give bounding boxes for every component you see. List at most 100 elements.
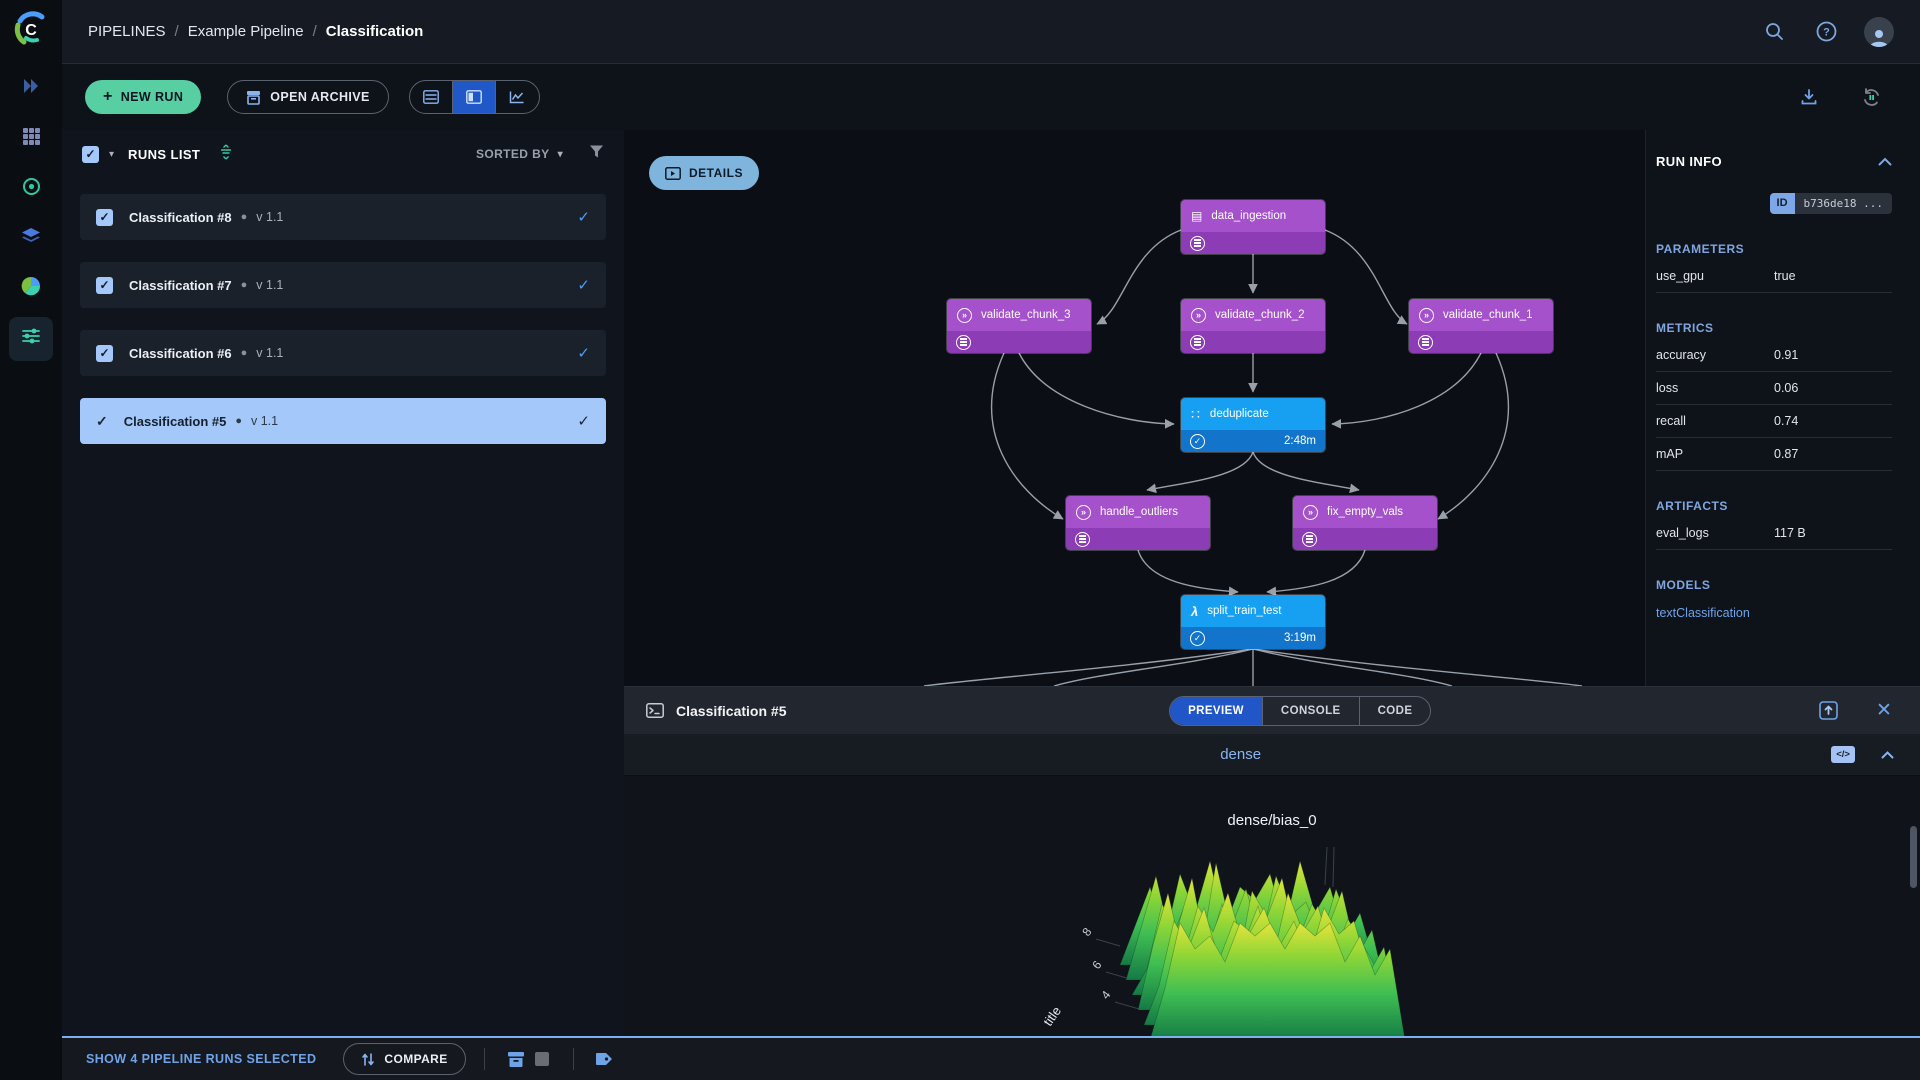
chevrons-circle-icon: »	[1303, 505, 1318, 520]
chevrons-circle-icon: »	[1419, 308, 1434, 323]
breadcrumb-pipelines[interactable]: PIPELINES	[88, 23, 166, 40]
surface-plot[interactable]: 864title	[992, 837, 1552, 1036]
breadcrumb-project[interactable]: Example Pipeline	[188, 23, 304, 40]
sorted-by-dropdown[interactable]: SORTED BY▾	[476, 147, 563, 161]
new-run-button[interactable]: + NEW RUN	[85, 80, 201, 114]
user-avatar[interactable]	[1864, 17, 1894, 47]
collapse-group-chevron-icon[interactable]	[1881, 746, 1894, 764]
run-checkbox[interactable]: ✓	[96, 209, 113, 226]
info-value: 117 B	[1774, 526, 1806, 540]
tab-code[interactable]: CODE	[1360, 697, 1431, 725]
completed-check-icon: ✓	[1190, 434, 1205, 449]
collapse-chevron-icon[interactable]	[1878, 154, 1892, 169]
terminal-icon	[646, 703, 664, 718]
breadcrumb-page: Classification	[326, 23, 424, 40]
breadcrumb-separator: /	[175, 23, 179, 40]
chart-view-button[interactable]	[496, 81, 539, 113]
lambda-icon: λ	[1191, 604, 1198, 619]
info-key: recall	[1656, 414, 1774, 428]
compare-icon	[361, 1052, 375, 1067]
dag-node-validate_chunk_2[interactable]: »validate_chunk_2	[1181, 299, 1325, 353]
run-checkbox[interactable]: ✓	[96, 277, 113, 294]
close-panel-icon[interactable]: ✕	[1870, 697, 1898, 725]
dots-grid-icon: ∷	[1191, 406, 1201, 423]
sidebar-item-pipelines[interactable]	[9, 317, 53, 361]
breadcrumb-separator: /	[313, 23, 317, 40]
sidebar-item-reports[interactable]	[9, 167, 53, 211]
run-list-item[interactable]: ✓Classification #7●v 1.1✓	[80, 262, 606, 308]
help-icon[interactable]: ?	[1812, 18, 1840, 46]
details-button[interactable]: DETAILS	[649, 156, 759, 190]
sort-icon[interactable]	[218, 144, 234, 165]
run-list-item[interactable]: ✓Classification #5●v 1.1✓	[80, 398, 606, 444]
dot-separator: ●	[235, 415, 242, 427]
info-row: eval_logs117 B	[1656, 517, 1892, 550]
cached-status-icon	[956, 335, 971, 350]
info-key: loss	[1656, 381, 1774, 395]
dag-node-data_ingestion[interactable]: ▤data_ingestion	[1181, 200, 1325, 254]
select-all-checkbox[interactable]: ✓	[82, 146, 99, 163]
dag-node-fix_empty_vals[interactable]: »fix_empty_vals	[1293, 496, 1437, 550]
dot-separator: ●	[241, 211, 248, 223]
filter-icon[interactable]	[589, 144, 604, 164]
dot-separator: ●	[241, 347, 248, 359]
sidebar-item-orchestration[interactable]	[9, 217, 53, 261]
run-id-chip[interactable]: ID b736de18 ...	[1770, 193, 1892, 214]
dag-node-validate_chunk_1[interactable]: » validate_chunk_1	[1409, 299, 1553, 353]
tab-console[interactable]: CONSOLE	[1263, 697, 1360, 725]
run-checkbox[interactable]: ✓	[96, 345, 113, 362]
run-version: v 1.1	[256, 346, 283, 360]
auto-refresh-icon[interactable]	[1857, 83, 1885, 111]
search-icon[interactable]	[1760, 18, 1788, 46]
info-key: mAP	[1656, 447, 1774, 461]
download-icon[interactable]	[1795, 83, 1823, 111]
table-view-button[interactable]	[410, 81, 453, 113]
dag-node-validate_chunk_3[interactable]: »validate_chunk_3	[947, 299, 1091, 353]
metric-group-title: dense	[1220, 746, 1261, 763]
double-chevron-icon	[21, 77, 41, 101]
id-label: ID	[1770, 193, 1795, 214]
select-menu-caret-icon[interactable]: ▾	[109, 149, 114, 160]
sidebar-item-applications[interactable]	[9, 267, 53, 311]
cached-status-icon	[1302, 532, 1317, 547]
run-list-item[interactable]: ✓Classification #8●v 1.1✓	[80, 194, 606, 240]
dag-node-deduplicate[interactable]: ∷deduplicate✓2:48m	[1181, 398, 1325, 452]
tab-preview[interactable]: PREVIEW	[1170, 697, 1263, 725]
models-title: MODELS	[1656, 578, 1892, 592]
sidebar-item-datasets[interactable]	[9, 117, 53, 161]
info-value: 0.74	[1774, 414, 1798, 428]
node-duration: 3:19m	[1284, 632, 1316, 644]
plus-icon: +	[103, 88, 113, 106]
metric-group-header[interactable]: dense </>	[624, 734, 1920, 776]
split-view-button[interactable]	[453, 81, 496, 113]
completed-check-icon: ✓	[1190, 631, 1205, 646]
expand-panel-icon[interactable]	[1814, 697, 1842, 725]
clearml-logo-icon[interactable]: C	[11, 9, 51, 49]
chevrons-circle-icon: »	[1076, 505, 1091, 520]
archive-selected-icon[interactable]	[503, 1046, 529, 1072]
node-label: validate_chunk_1	[1443, 309, 1533, 321]
breadcrumb: PIPELINES / Example Pipeline / Classific…	[88, 23, 423, 40]
dag-node-handle_outliers[interactable]: »handle_outliers	[1066, 496, 1210, 550]
compare-button[interactable]: COMPARE	[343, 1043, 465, 1075]
info-key: eval_logs	[1656, 526, 1774, 540]
run-version: v 1.1	[256, 278, 283, 292]
info-row: recall0.74	[1656, 405, 1892, 438]
divider	[573, 1048, 574, 1070]
model-link[interactable]: textClassification	[1656, 606, 1892, 620]
code-view-badge[interactable]: </>	[1831, 746, 1855, 763]
info-row: accuracy0.91	[1656, 339, 1892, 372]
dot-separator: ●	[241, 279, 248, 291]
dag-node-split_train_test[interactable]: λsplit_train_test✓3:19m	[1181, 595, 1325, 649]
info-row: mAP0.87	[1656, 438, 1892, 471]
sidebar-item-projects[interactable]	[9, 67, 53, 111]
run-version: v 1.1	[251, 414, 278, 428]
abort-icon[interactable]	[529, 1046, 555, 1072]
top-bar: PIPELINES / Example Pipeline / Classific…	[62, 0, 1920, 64]
tag-icon[interactable]	[592, 1046, 618, 1072]
info-key: accuracy	[1656, 348, 1774, 362]
preview-scrollbar-thumb[interactable]	[1910, 826, 1917, 888]
run-list-item[interactable]: ✓Classification #6●v 1.1✓	[80, 330, 606, 376]
open-archive-button[interactable]: OPEN ARCHIVE	[227, 80, 389, 114]
cached-status-icon	[1190, 236, 1205, 251]
